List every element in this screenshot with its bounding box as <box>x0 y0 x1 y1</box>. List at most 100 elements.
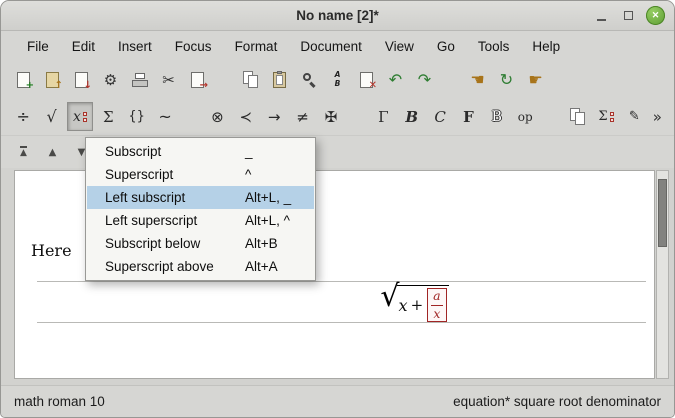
shortcut-label: Alt+L, ^ <box>245 213 306 228</box>
save-document-icon[interactable]: ↓ <box>68 65 95 94</box>
copy-icon[interactable] <box>237 65 264 94</box>
new-document-icon[interactable]: + <box>10 65 37 94</box>
menu-item-superscript[interactable]: Superscript ^ <box>87 163 314 186</box>
menu-document[interactable]: Document <box>290 35 372 58</box>
menu-focus[interactable]: Focus <box>165 35 222 58</box>
fraktur-letter-icon[interactable]: F <box>455 102 481 131</box>
bold-letter-icon[interactable]: B <box>399 102 425 131</box>
page-glyph: ✕ <box>360 72 373 88</box>
big-operator-icon[interactable]: Σ <box>95 102 121 131</box>
open-document-icon[interactable]: ↑ <box>39 65 66 94</box>
operator-icon[interactable]: op <box>512 102 538 131</box>
subscript-superscript-icon[interactable]: x <box>67 102 93 131</box>
clipboard-glyph <box>273 72 286 88</box>
negation-icon[interactable]: ≠ <box>289 102 315 131</box>
radicand: x + a x <box>397 285 449 322</box>
scrollbar-thumb[interactable] <box>658 179 667 247</box>
printer-glyph <box>132 73 148 87</box>
magnifier-glyph <box>301 72 317 88</box>
page-glyph: + <box>17 72 30 88</box>
replace-icon[interactable]: AB <box>324 65 351 94</box>
fraction-denominator: x <box>431 308 442 321</box>
fraction-icon[interactable]: ÷ <box>10 102 36 131</box>
equation-environment: √ x + a x <box>37 281 646 323</box>
pencil-icon[interactable]: ✎ <box>621 102 647 131</box>
binary-relation-icon[interactable]: ≺ <box>233 102 259 131</box>
close-button[interactable]: ✕ <box>646 6 665 25</box>
statusbar: math roman 10 equation* square root deno… <box>1 385 674 417</box>
find-icon[interactable] <box>295 65 322 94</box>
focus-previous-icon[interactable]: ▲ <box>39 138 66 167</box>
shortcut-label: Alt+L, _ <box>245 190 306 205</box>
titlebar[interactable]: No name [2]* ✕ <box>1 1 674 31</box>
export-icon[interactable]: → <box>184 65 211 94</box>
variable-x: x <box>399 296 408 315</box>
menu-item-left-superscript[interactable]: Left superscript Alt+L, ^ <box>87 209 314 232</box>
cut-icon[interactable]: ✂ <box>155 65 182 94</box>
status-left: math roman 10 <box>14 394 105 409</box>
back-icon[interactable]: ☚ <box>464 65 491 94</box>
menu-tools[interactable]: Tools <box>468 35 520 58</box>
wide-accent-icon[interactable]: ~ <box>152 102 178 131</box>
pages-glyph <box>243 71 259 88</box>
cards-glyph <box>570 108 586 125</box>
maximize-icon <box>624 11 633 20</box>
folder-glyph: ↑ <box>46 72 59 88</box>
vertical-scrollbar[interactable] <box>656 170 669 379</box>
maximize-button[interactable] <box>619 6 638 25</box>
menu-edit[interactable]: Edit <box>62 35 105 58</box>
toolbar-overflow-icon[interactable]: » <box>649 102 667 131</box>
fraction-numerator: a <box>431 290 442 306</box>
redo-icon[interactable]: ↷ <box>411 65 438 94</box>
blackboard-letter-icon[interactable]: B <box>484 102 510 131</box>
shortcut-label: Alt+A <box>245 259 306 274</box>
print-icon[interactable] <box>126 65 153 94</box>
calligraphic-letter-icon[interactable]: C <box>427 102 453 131</box>
close-icon: ✕ <box>652 10 660 21</box>
status-right: equation* square root denominator <box>453 394 661 409</box>
menu-insert[interactable]: Insert <box>108 35 162 58</box>
menu-format[interactable]: Format <box>225 35 288 58</box>
window-title: No name [2]* <box>1 1 674 31</box>
main-toolbar: + ↑ ↓ ⚙ ✂ → AB ✕ ↶ ↷ ☚ ↻ ☛ <box>1 61 674 98</box>
forward-icon[interactable]: ☛ <box>522 65 549 94</box>
plus-operator: + <box>411 296 424 314</box>
fraction-focus-box: a x <box>427 288 446 322</box>
cards-icon[interactable] <box>564 102 590 131</box>
menubar: File Edit Insert Focus Format Document V… <box>1 31 674 61</box>
menu-file[interactable]: File <box>17 35 59 58</box>
miscellaneous-symbol-icon[interactable]: ✠ <box>318 102 344 131</box>
menu-item-subscript[interactable]: Subscript _ <box>87 140 314 163</box>
square-root-icon[interactable]: √ <box>38 102 64 131</box>
a-to-b-glyph: AB <box>335 71 341 88</box>
preview-icon[interactable]: ⚙ <box>97 65 124 94</box>
structure-dropdown-menu: Subscript _ Superscript ^ Left subscript… <box>85 137 316 281</box>
brackets-icon[interactable]: {} <box>124 102 150 131</box>
menu-item-subscript-below[interactable]: Subscript below Alt+B <box>87 232 314 255</box>
subsup-marks <box>83 112 87 122</box>
menu-go[interactable]: Go <box>427 35 465 58</box>
reload-icon[interactable]: ↻ <box>493 65 520 94</box>
focus-exit-icon[interactable]: ▲ <box>10 138 37 167</box>
square-root-expression: √ x + a x <box>380 282 448 322</box>
sum-limits-icon[interactable]: Σ <box>593 102 619 131</box>
paragraph-text: Here <box>31 241 72 260</box>
greek-letter-icon[interactable]: Γ <box>370 102 396 131</box>
undo-icon[interactable]: ↶ <box>382 65 409 94</box>
math-toolbar: ÷ √ x Σ {} ~ ⊗ ≺ → ≠ ✠ Γ B C F B op Σ ✎ … <box>1 98 674 135</box>
page-glyph: ↓ <box>75 72 88 88</box>
arrow-icon[interactable]: → <box>261 102 287 131</box>
minimize-icon <box>597 19 606 21</box>
close-document-icon[interactable]: ✕ <box>353 65 380 94</box>
page-glyph: → <box>191 72 204 88</box>
minimize-button[interactable] <box>592 6 611 25</box>
window-controls: ✕ <box>592 6 665 25</box>
menu-item-superscript-above[interactable]: Superscript above Alt+A <box>87 255 314 278</box>
menu-view[interactable]: View <box>375 35 424 58</box>
app-window: No name [2]* ✕ File Edit Insert Focus Fo… <box>0 0 675 418</box>
shortcut-label: _ <box>245 144 306 159</box>
circled-operator-icon[interactable]: ⊗ <box>204 102 230 131</box>
menu-item-left-subscript[interactable]: Left subscript Alt+L, _ <box>87 186 314 209</box>
paste-icon[interactable] <box>266 65 293 94</box>
menu-help[interactable]: Help <box>522 35 570 58</box>
